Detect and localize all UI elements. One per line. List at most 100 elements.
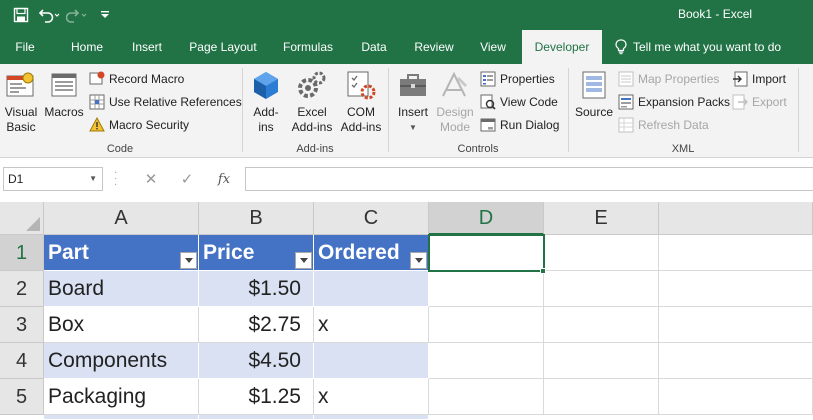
cell-f2[interactable] [659, 271, 813, 307]
cell-a3[interactable]: Box [44, 307, 199, 343]
cell-b3[interactable]: $2.75 [199, 307, 314, 343]
enter-icon[interactable]: ✓ [176, 169, 198, 189]
properties-label: Properties [500, 72, 555, 86]
cell-c2[interactable] [314, 271, 429, 307]
cell-c5[interactable]: x [314, 379, 429, 415]
tab-insert[interactable]: Insert [124, 30, 170, 64]
cell-a1[interactable]: Part [44, 235, 199, 271]
filter-dropdown-ordered[interactable] [410, 252, 427, 269]
worksheet-grid: A B C D E 1 2 3 4 5 Part Price Ordered B… [0, 202, 813, 420]
refresh-data-button[interactable]: Refresh Data [618, 115, 709, 135]
cell-a5[interactable]: Packaging [44, 379, 199, 415]
cell-f1[interactable] [659, 235, 813, 271]
column-header-f[interactable] [659, 202, 813, 235]
row-header-4[interactable]: 4 [0, 343, 44, 379]
cell-b2[interactable]: $1.50 [199, 271, 314, 307]
use-relative-references-button[interactable]: Use Relative References [89, 92, 242, 112]
refresh-data-icon [618, 117, 634, 133]
insert-control-button[interactable]: Insert ▼ [394, 68, 432, 135]
tab-data[interactable]: Data [354, 30, 394, 64]
name-box[interactable]: D1 ▼ [3, 167, 103, 191]
active-cell-border [428, 234, 545, 272]
row-header-2[interactable]: 2 [0, 271, 44, 307]
column-header-c[interactable]: C [314, 202, 429, 235]
formula-bar-grip[interactable]: · · · [114, 168, 117, 190]
import-button[interactable]: Import [732, 69, 786, 89]
window-title: Book1 - Excel [678, 7, 753, 21]
excel-add-ins-button[interactable]: Excel Add-ins [288, 68, 336, 135]
cell-c4[interactable] [314, 343, 429, 379]
macro-security-button[interactable]: Macro Security [89, 115, 189, 135]
expansion-packs-icon [618, 94, 634, 110]
separator [568, 68, 569, 152]
export-button[interactable]: Export [732, 92, 787, 112]
design-mode-button[interactable]: Design Mode [434, 68, 476, 135]
cell-e5[interactable] [544, 379, 659, 415]
tab-developer[interactable]: Developer [522, 30, 602, 64]
cell-e4[interactable] [544, 343, 659, 379]
formula-input[interactable] [245, 167, 813, 191]
cell-b5[interactable]: $1.25 [199, 379, 314, 415]
map-properties-button[interactable]: Map Properties [618, 69, 719, 89]
cell-b4[interactable]: $4.50 [199, 343, 314, 379]
row-header-3[interactable]: 3 [0, 307, 44, 343]
com-add-ins-button[interactable]: COM Add-ins [338, 68, 384, 135]
group-code: Visual Basic Macros Record Macro Use Rel… [0, 64, 242, 158]
select-all-button[interactable] [0, 202, 44, 235]
xml-source-icon [582, 71, 606, 99]
cell-a6[interactable] [44, 415, 199, 420]
cell-d3[interactable] [429, 307, 544, 343]
record-macro-button[interactable]: Record Macro [89, 69, 184, 89]
add-ins-button[interactable]: Add- ins [248, 68, 284, 135]
visual-basic-button[interactable]: Visual Basic [2, 68, 40, 135]
cell-e2[interactable] [544, 271, 659, 307]
cell-e1[interactable] [544, 235, 659, 271]
tab-file[interactable]: File [0, 30, 50, 64]
tab-formulas[interactable]: Formulas [276, 30, 340, 64]
filter-dropdown-part[interactable] [180, 252, 197, 269]
separator [242, 68, 243, 152]
properties-button[interactable]: Properties [480, 69, 555, 89]
row-header-1[interactable]: 1 [0, 235, 44, 271]
insert-function-icon[interactable]: fx [213, 169, 235, 189]
undo-icon[interactable] [36, 4, 62, 26]
cell-e3[interactable] [544, 307, 659, 343]
column-header-d[interactable]: D [429, 202, 544, 235]
cell-d2[interactable] [429, 271, 544, 307]
expansion-packs-button[interactable]: Expansion Packs [618, 92, 730, 112]
cell-c6[interactable] [314, 415, 429, 420]
filter-dropdown-price[interactable] [295, 252, 312, 269]
cell-f5[interactable] [659, 379, 813, 415]
cell-f3[interactable] [659, 307, 813, 343]
cell-c3[interactable]: x [314, 307, 429, 343]
properties-icon [480, 71, 496, 87]
fill-handle[interactable] [540, 268, 546, 274]
tell-me-box[interactable]: Tell me what you want to do [615, 30, 781, 64]
add-ins-label: Add- ins [253, 105, 279, 134]
cell-a2[interactable]: Board [44, 271, 199, 307]
column-header-b[interactable]: B [199, 202, 314, 235]
cell-f4[interactable] [659, 343, 813, 379]
cancel-icon[interactable]: ✕ [140, 169, 162, 189]
tab-page-layout[interactable]: Page Layout [184, 30, 262, 64]
tab-review[interactable]: Review [408, 30, 460, 64]
cell-b6[interactable] [199, 415, 314, 420]
cell-a4[interactable]: Components [44, 343, 199, 379]
tab-view[interactable]: View [472, 30, 514, 64]
cell-d5[interactable] [429, 379, 544, 415]
tab-home[interactable]: Home [64, 30, 110, 64]
source-button[interactable]: Source [572, 68, 616, 120]
cell-d4[interactable] [429, 343, 544, 379]
customize-qat-icon[interactable] [92, 4, 118, 26]
column-header-e[interactable]: E [544, 202, 659, 235]
save-icon[interactable] [8, 4, 34, 26]
refresh-data-label: Refresh Data [638, 118, 709, 132]
row-header-5[interactable]: 5 [0, 379, 44, 415]
run-dialog-button[interactable]: Run Dialog [480, 115, 559, 135]
redo-icon[interactable] [64, 4, 90, 26]
macros-button[interactable]: Macros [42, 68, 86, 120]
export-label: Export [752, 95, 787, 109]
view-code-button[interactable]: View Code [480, 92, 558, 112]
column-header-a[interactable]: A [44, 202, 199, 235]
run-dialog-label: Run Dialog [500, 118, 560, 132]
